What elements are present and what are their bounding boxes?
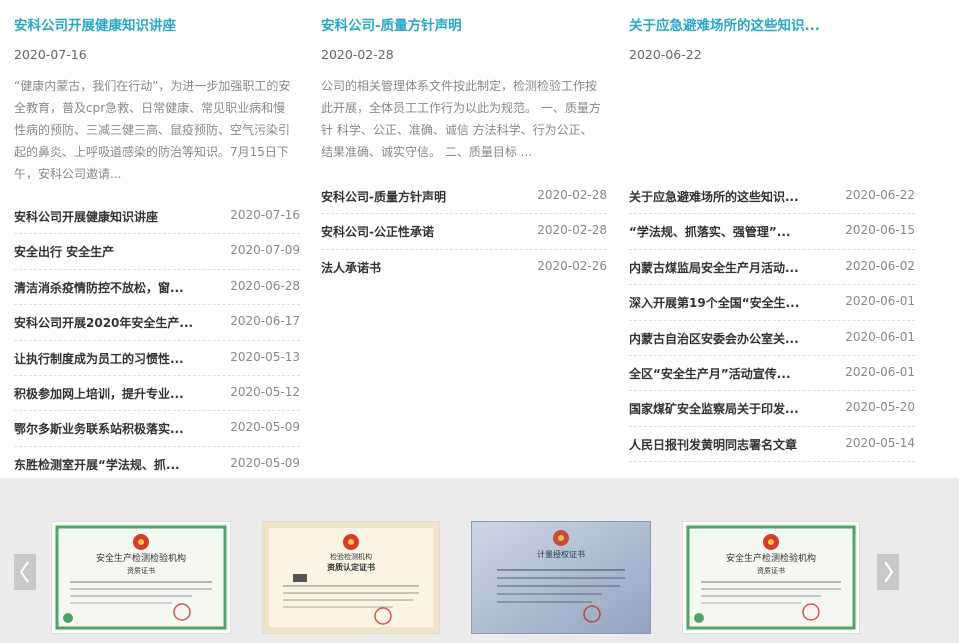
list-item: 安科公司开展2020年安全生产... 2020-06-17 xyxy=(14,305,300,341)
certificate-subheading: 资质认定证书 xyxy=(327,562,375,572)
list-item-date: 2020-06-01 xyxy=(845,364,915,379)
certificate-image[interactable]: 安全生产检测检验机构 资质证书 xyxy=(51,521,231,634)
list-item: 安科公司开展健康知识讲座 2020-07-16 xyxy=(14,199,300,235)
list-item-title[interactable]: 东胜检测室开展“学法规、抓... xyxy=(14,456,180,473)
list-item-date: 2020-05-09 xyxy=(230,455,300,470)
list-item: 全区“安全生产月”活动宣传... 2020-06-01 xyxy=(629,356,915,392)
list-item-date: 2020-02-28 xyxy=(537,188,607,202)
featured-date: 2020-06-22 xyxy=(629,47,702,62)
list-item-title[interactable]: 积极参加网上培训，提升专业... xyxy=(14,385,184,402)
list-item: 内蒙古煤监局安全生产月活动... 2020-06-02 xyxy=(629,250,915,286)
list-item-title[interactable]: 全区“安全生产月”活动宣传... xyxy=(629,365,790,382)
list-item: 法人承诺书 2020-02-26 xyxy=(321,250,607,284)
featured-date: 2020-02-28 xyxy=(321,47,394,62)
list-item-title[interactable]: 法人承诺书 xyxy=(321,259,381,276)
list-item-title[interactable]: 安科公司开展2020年安全生产... xyxy=(14,314,193,331)
list-item: 让执行制度成为员工的习惯性... 2020-05-13 xyxy=(14,341,300,376)
certificate-image[interactable]: 计量授权证书 xyxy=(471,521,651,634)
featured-date: 2020-07-16 xyxy=(14,47,87,62)
list-item: 关于应急避难场所的这些知识... 2020-06-22 xyxy=(629,179,915,215)
certificate-heading: 计量授权证书 xyxy=(537,549,585,559)
list-item-date: 2020-06-15 xyxy=(845,223,915,238)
list-item-date: 2020-06-17 xyxy=(230,314,300,329)
certificate-heading: 安全生产检测检验机构 xyxy=(96,552,186,564)
list-item: 鄂尔多斯业务联系站积极落实... 2020-05-09 xyxy=(14,411,300,447)
list-item: 安科公司-公正性承诺 2020-02-28 xyxy=(321,214,607,250)
featured-summary: “健康内蒙古，我们在行动”，为进一步加强职工的安全教育，普及cpr急救、日常健康… xyxy=(14,79,291,181)
list-item-title[interactable]: 内蒙古煤监局安全生产月活动... xyxy=(629,259,799,276)
list-item: 东胜检测室开展“学法规、抓... 2020-05-09 xyxy=(14,447,300,481)
list-item-title[interactable]: 安科公司开展健康知识讲座 xyxy=(14,208,158,225)
list-item-date: 2020-05-09 xyxy=(230,420,300,435)
featured-title[interactable]: 安科公司开展健康知识讲座 xyxy=(14,14,176,34)
news-list: 安科公司-质量方针声明 2020-02-28 安科公司-公正性承诺 2020-02-… xyxy=(321,179,607,284)
list-item: “学法规、抓落实、强管理”... 2020-06-15 xyxy=(629,214,915,250)
list-item: 积极参加网上培训，提升专业... 2020-05-12 xyxy=(14,376,300,412)
certificate-image[interactable]: 安全生产检测检验机构 资质证书 xyxy=(682,521,860,634)
list-item-date: 2020-05-13 xyxy=(230,349,300,364)
certificate-subheading: 资质证书 xyxy=(757,566,785,575)
list-item-date: 2020-06-22 xyxy=(845,188,915,202)
news-section: 安科公司开展健康知识讲座 2020-07-16 “健康内蒙古，我们在行动”，为进… xyxy=(0,0,959,478)
list-item: 深入开展第19个全国“安全生... 2020-06-01 xyxy=(629,285,915,321)
list-item-date: 2020-06-02 xyxy=(845,258,915,273)
list-item-date: 2020-02-28 xyxy=(537,223,607,238)
list-item-date: 2020-05-20 xyxy=(845,400,915,415)
certificate-heading: 检验检测机构 xyxy=(330,552,372,561)
featured-title[interactable]: 安科公司-质量方针声明 xyxy=(321,14,462,34)
list-item-title[interactable]: 人民日报刊发黄明同志署名文章 xyxy=(629,436,797,453)
list-item: 人民日报刊发黄明同志署名文章 2020-05-14 xyxy=(629,427,915,463)
list-item-date: 2020-06-01 xyxy=(845,329,915,344)
list-item: 国家煤矿安全监察局关于印发... 2020-05-20 xyxy=(629,391,915,427)
list-item-title[interactable]: 安全出行 安全生产 xyxy=(14,243,114,260)
list-item: 安科公司-质量方针声明 2020-02-28 xyxy=(321,179,607,215)
list-item-title[interactable]: 深入开展第19个全国“安全生... xyxy=(629,294,799,311)
list-item-title[interactable]: 安科公司-质量方针声明 xyxy=(321,188,446,205)
carousel-prev-button[interactable] xyxy=(14,554,36,590)
list-item-date: 2020-02-26 xyxy=(537,258,607,273)
list-item-date: 2020-05-12 xyxy=(230,384,300,399)
carousel-next-button[interactable] xyxy=(877,554,899,590)
list-item-title[interactable]: “学法规、抓落实、强管理”... xyxy=(629,223,790,240)
chevron-left-icon xyxy=(19,561,29,583)
list-item-date: 2020-07-09 xyxy=(230,243,300,258)
list-item-title[interactable]: 内蒙古自治区安委会办公室关... xyxy=(629,330,799,347)
list-item-title[interactable]: 清洁消杀疫情防控不放松，窗... xyxy=(14,279,184,296)
list-item: 清洁消杀疫情防控不放松，窗... 2020-06-28 xyxy=(14,270,300,306)
certificate-subheading: 资质证书 xyxy=(127,566,155,575)
news-list: 安科公司开展健康知识讲座 2020-07-16 安全出行 安全生产 2020-07-… xyxy=(14,199,300,481)
list-item-title[interactable]: 国家煤矿安全监察局关于印发... xyxy=(629,400,799,417)
featured-title[interactable]: 关于应急避难场所的这些知识... xyxy=(629,14,820,34)
certificate-carousel: 安全生产检测检验机构 资质证书 检验检测机构 资质认定证书 计量授权证书 安全生… xyxy=(0,478,959,643)
list-item: 安全出行 安全生产 2020-07-09 xyxy=(14,234,300,270)
certificate-image[interactable]: 检验检测机构 资质认定证书 xyxy=(262,521,440,634)
list-item-title[interactable]: 关于应急避难场所的这些知识... xyxy=(629,188,799,205)
featured-summary: 公司的相关管理体系文件按此制定，检测检验工作按此开展，全体员工工作行为以此为规范… xyxy=(321,79,601,159)
list-item-date: 2020-06-28 xyxy=(230,278,300,293)
chevron-right-icon xyxy=(884,561,894,583)
list-item-date: 2020-07-16 xyxy=(230,208,300,222)
list-item-date: 2020-06-01 xyxy=(845,294,915,309)
list-item-title[interactable]: 鄂尔多斯业务联系站积极落实... xyxy=(14,420,184,437)
list-item-date: 2020-05-14 xyxy=(845,435,915,450)
list-item-title[interactable]: 安科公司-公正性承诺 xyxy=(321,223,434,240)
news-list: 关于应急避难场所的这些知识... 2020-06-22 “学法规、抓落实、强管理”… xyxy=(629,179,915,463)
list-item-title[interactable]: 让执行制度成为员工的习惯性... xyxy=(14,350,184,367)
list-item: 内蒙古自治区安委会办公室关... 2020-06-01 xyxy=(629,321,915,356)
certificate-heading: 安全生产检测检验机构 xyxy=(726,552,816,564)
